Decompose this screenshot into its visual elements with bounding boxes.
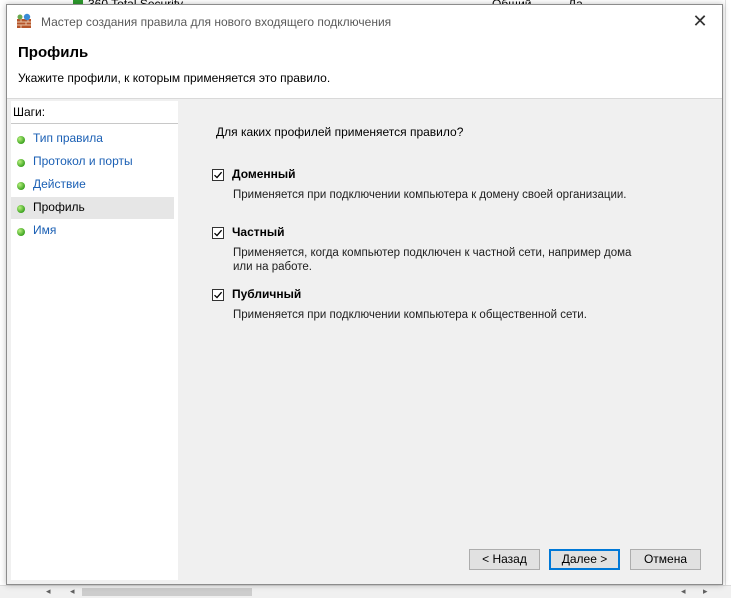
scroll-right-icon[interactable]: ▸ (703, 586, 708, 597)
window-title: Мастер создания правила для нового входя… (41, 15, 392, 29)
step-rule-type[interactable]: Тип правила (11, 128, 174, 150)
scrollbar-thumb[interactable] (82, 588, 252, 596)
private-label[interactable]: Частный (232, 225, 285, 239)
scroll-left-icon-3[interactable]: ◂ (681, 586, 686, 597)
step-label: Имя (33, 223, 57, 237)
back-button[interactable]: < Назад (469, 549, 540, 570)
steps-title: Шаги: (13, 105, 46, 119)
step-action[interactable]: Действие (11, 174, 174, 196)
next-button[interactable]: Далее > (549, 549, 620, 570)
close-button[interactable]: ✕ (678, 5, 722, 38)
checkmark-icon (214, 291, 223, 299)
firewall-icon (17, 13, 31, 28)
page-header: Профиль Укажите профили, к которым приме… (7, 38, 722, 99)
new-inbound-rule-wizard: Мастер создания правила для нового входя… (6, 4, 723, 585)
step-label: Профиль (33, 200, 85, 214)
title-bar[interactable]: Мастер создания правила для нового входя… (7, 5, 722, 38)
step-name[interactable]: Имя (11, 220, 174, 242)
domain-checkbox[interactable] (212, 169, 224, 181)
domain-label[interactable]: Доменный (232, 167, 296, 181)
steps-pane: Шаги: Тип правила Протокол и порты Дейст… (11, 101, 178, 580)
background-actions-pane (725, 0, 731, 597)
scroll-left-icon-2[interactable]: ◂ (70, 586, 75, 597)
wizard-content: Для каких профилей применяется правило? … (178, 101, 722, 580)
close-icon: ✕ (692, 11, 708, 31)
checkmark-icon (214, 229, 223, 237)
step-label: Тип правила (33, 131, 103, 145)
private-description: Применяется, когда компьютер подключен к… (233, 247, 632, 273)
step-status-icon (17, 182, 25, 190)
step-label: Действие (33, 177, 86, 191)
background-horizontal-scrollbar[interactable]: ◂ ◂ ◂ ▸ (0, 585, 731, 598)
cancel-button[interactable]: Отмена (630, 549, 701, 570)
domain-description: Применяется при подключении компьютера к… (233, 189, 627, 201)
public-label[interactable]: Публичный (232, 287, 301, 301)
page-title: Профиль (18, 44, 89, 61)
step-status-icon (17, 136, 25, 144)
profile-question: Для каких профилей применяется правило? (216, 125, 464, 139)
private-checkbox[interactable] (212, 227, 224, 239)
step-protocol-ports[interactable]: Протокол и порты (11, 151, 174, 173)
steps-divider (11, 123, 178, 124)
public-description: Применяется при подключении компьютера к… (233, 309, 587, 321)
step-status-icon (17, 159, 25, 167)
public-checkbox[interactable] (212, 289, 224, 301)
step-status-icon (17, 228, 25, 236)
step-profile[interactable]: Профиль (11, 197, 174, 219)
step-status-icon (17, 205, 25, 213)
scroll-left-icon[interactable]: ◂ (46, 586, 51, 597)
checkmark-icon (214, 171, 223, 179)
step-label: Протокол и порты (33, 154, 133, 168)
page-description: Укажите профили, к которым применяется э… (18, 71, 331, 85)
